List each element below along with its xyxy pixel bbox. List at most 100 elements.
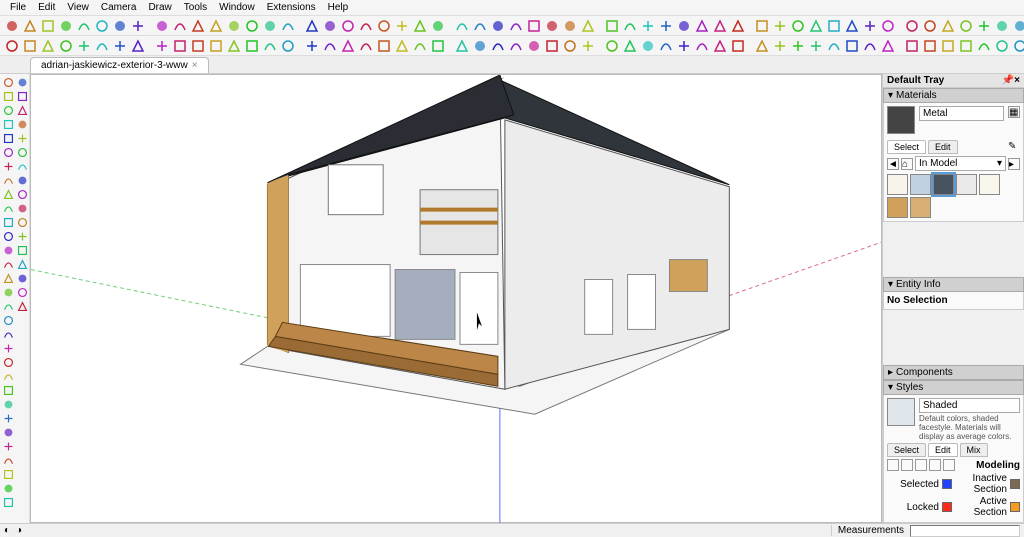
materials-select-tab[interactable]: Select: [887, 140, 926, 154]
toolbar-button[interactable]: [412, 38, 428, 54]
toolbar-button[interactable]: [508, 18, 524, 34]
palette-tool[interactable]: [2, 356, 15, 369]
palette-tool[interactable]: [16, 76, 29, 89]
toolbar-button[interactable]: [526, 38, 542, 54]
model-canvas[interactable]: [31, 75, 881, 523]
toolbar-button[interactable]: [754, 38, 770, 54]
palette-tool[interactable]: [16, 300, 29, 313]
toolbar-button[interactable]: [22, 38, 38, 54]
toolbar-button[interactable]: [490, 18, 506, 34]
material-swatch[interactable]: [887, 174, 908, 195]
palette-tool[interactable]: [16, 188, 29, 201]
palette-tool[interactable]: [2, 160, 15, 173]
styles-header[interactable]: ▾ Styles: [883, 380, 1024, 395]
material-swatch[interactable]: [979, 174, 1000, 195]
toolbar-button[interactable]: [826, 38, 842, 54]
toolbar-button[interactable]: [604, 38, 620, 54]
material-swatch[interactable]: [887, 197, 908, 218]
palette-tool[interactable]: [2, 468, 15, 481]
material-swatch[interactable]: [910, 174, 931, 195]
watermark-icon[interactable]: [929, 459, 941, 471]
style-select-tab[interactable]: Select: [887, 443, 926, 457]
legend-swatch[interactable]: [1010, 479, 1020, 489]
palette-tool[interactable]: [16, 146, 29, 159]
toolbar-button[interactable]: [994, 38, 1010, 54]
palette-tool[interactable]: [2, 90, 15, 103]
menu-help[interactable]: Help: [322, 1, 355, 14]
close-icon[interactable]: ×: [192, 60, 198, 71]
material-swatch[interactable]: [910, 197, 931, 218]
toolbar-button[interactable]: [208, 18, 224, 34]
home-icon[interactable]: ⌂: [901, 158, 913, 170]
palette-tool[interactable]: [2, 482, 15, 495]
toolbar-button[interactable]: [880, 38, 896, 54]
details-icon[interactable]: ▸: [1008, 158, 1020, 170]
toolbar-button[interactable]: [526, 18, 542, 34]
toolbar-button[interactable]: [712, 38, 728, 54]
toolbar-button[interactable]: [358, 38, 374, 54]
palette-tool[interactable]: [16, 258, 29, 271]
toolbar-button[interactable]: [694, 38, 710, 54]
menu-edit[interactable]: Edit: [32, 1, 61, 14]
style-mix-tab[interactable]: Mix: [960, 443, 988, 457]
toolbar-button[interactable]: [772, 38, 788, 54]
toolbar-button[interactable]: [658, 18, 674, 34]
toolbar-button[interactable]: [772, 18, 788, 34]
material-swatch[interactable]: [956, 174, 977, 195]
toolbar-button[interactable]: [940, 38, 956, 54]
toolbar-button[interactable]: [676, 18, 692, 34]
toolbar-button[interactable]: [304, 38, 320, 54]
toolbar-button[interactable]: [580, 38, 596, 54]
palette-tool[interactable]: [2, 188, 15, 201]
toolbar-button[interactable]: [754, 18, 770, 34]
palette-tool[interactable]: [2, 370, 15, 383]
measurements-input[interactable]: [910, 525, 1020, 537]
toolbar-button[interactable]: [904, 38, 920, 54]
toolbar-button[interactable]: [280, 38, 296, 54]
toolbar-button[interactable]: [58, 18, 74, 34]
palette-tool[interactable]: [16, 202, 29, 215]
toolbar-button[interactable]: [604, 18, 620, 34]
palette-tool[interactable]: [2, 384, 15, 397]
toolbar-button[interactable]: [880, 18, 896, 34]
palette-tool[interactable]: [16, 104, 29, 117]
toolbar-button[interactable]: [922, 18, 938, 34]
menu-file[interactable]: File: [4, 1, 32, 14]
toolbar-button[interactable]: [640, 18, 656, 34]
palette-tool[interactable]: [2, 104, 15, 117]
toolbar-button[interactable]: [808, 18, 824, 34]
scene-tab[interactable]: adrian-jaskiewicz-exterior-3-www ×: [30, 57, 209, 73]
palette-tool[interactable]: [2, 118, 15, 131]
toolbar-button[interactable]: [640, 38, 656, 54]
toolbar-button[interactable]: [262, 38, 278, 54]
material-name-field[interactable]: Metal: [919, 106, 1004, 121]
status-hint-icon[interactable]: ◐: [4, 525, 10, 536]
palette-tool[interactable]: [2, 174, 15, 187]
toolbar-button[interactable]: [208, 38, 224, 54]
menu-extensions[interactable]: Extensions: [261, 1, 322, 14]
toolbar-button[interactable]: [940, 18, 956, 34]
toolbar-button[interactable]: [622, 38, 638, 54]
toolbar-button[interactable]: [562, 18, 578, 34]
toolbar-button[interactable]: [730, 38, 746, 54]
toolbar-button[interactable]: [304, 18, 320, 34]
eyedropper-icon[interactable]: ✎: [1008, 141, 1020, 153]
toolbar-button[interactable]: [694, 18, 710, 34]
current-material-swatch[interactable]: [887, 106, 915, 134]
palette-tool[interactable]: [2, 286, 15, 299]
pin-icon[interactable]: 📌×: [1002, 75, 1020, 86]
materials-edit-tab[interactable]: Edit: [928, 140, 958, 154]
toolbar-button[interactable]: [394, 18, 410, 34]
face-settings-icon[interactable]: [901, 459, 913, 471]
toolbar-button[interactable]: [76, 18, 92, 34]
palette-tool[interactable]: [2, 328, 15, 341]
toolbar-button[interactable]: [358, 18, 374, 34]
palette-tool[interactable]: [16, 244, 29, 257]
toolbar-button[interactable]: [226, 18, 242, 34]
toolbar-button[interactable]: [40, 18, 56, 34]
toolbar-button[interactable]: [958, 38, 974, 54]
edge-settings-icon[interactable]: [887, 459, 899, 471]
toolbar-button[interactable]: [844, 18, 860, 34]
palette-tool[interactable]: [16, 90, 29, 103]
toolbar-button[interactable]: [154, 18, 170, 34]
